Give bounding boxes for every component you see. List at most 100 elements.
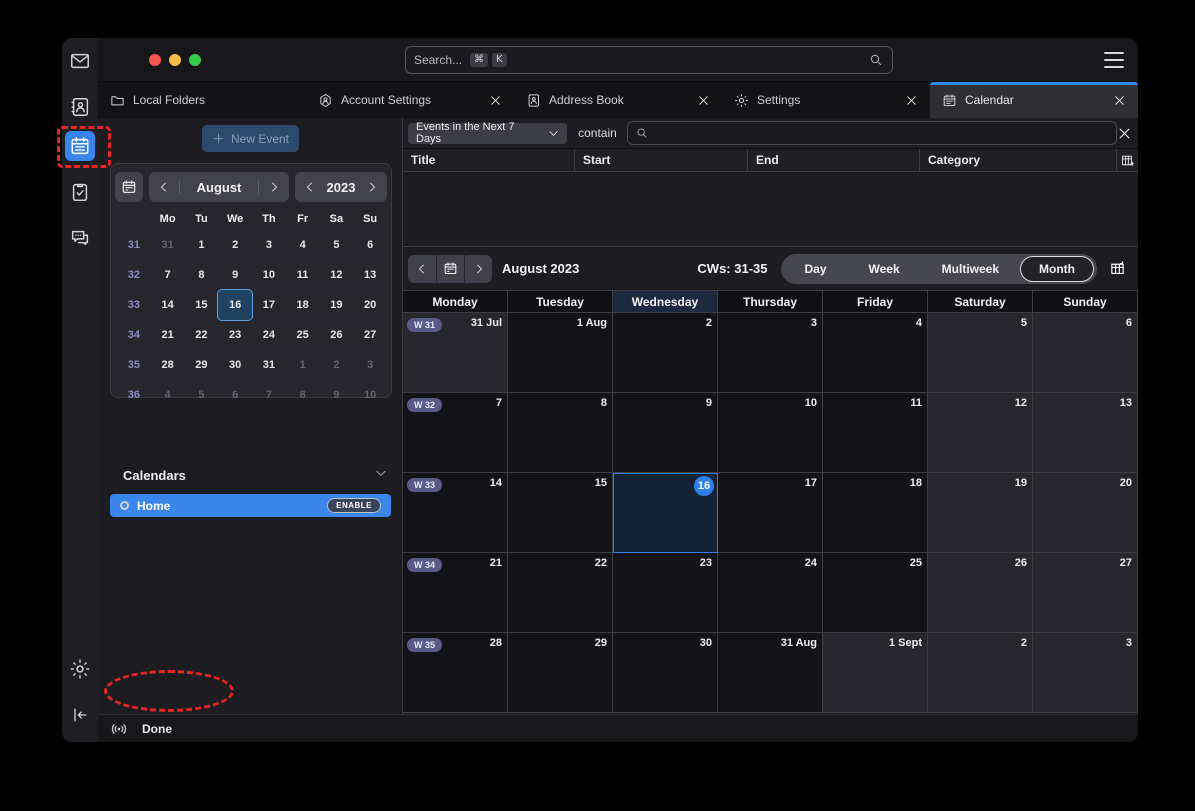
- mini-calendar-day[interactable]: 4: [151, 380, 185, 410]
- mini-calendar-day[interactable]: 19: [320, 290, 354, 320]
- mini-calendar-day[interactable]: 1: [286, 350, 320, 380]
- column-header-category[interactable]: Category: [920, 149, 1117, 171]
- zoom-window-button[interactable]: [189, 54, 201, 66]
- mini-calendar-day[interactable]: 27: [353, 320, 387, 350]
- month-cell[interactable]: 19: [928, 473, 1033, 553]
- new-event-button[interactable]: New Event: [202, 125, 299, 152]
- calendar-space-button[interactable]: [65, 131, 95, 161]
- rotate-view-button[interactable]: [1109, 260, 1126, 277]
- mini-calendar-day[interactable]: 7: [252, 380, 286, 410]
- close-tab-icon[interactable]: [697, 94, 710, 107]
- mini-calendar-day[interactable]: 21: [151, 320, 185, 350]
- month-cell[interactable]: W 3314: [403, 473, 508, 553]
- month-cell[interactable]: 10: [718, 393, 823, 473]
- mini-calendar-day[interactable]: 5: [320, 230, 354, 260]
- mini-calendar-day[interactable]: 16: [218, 290, 252, 320]
- month-cell[interactable]: 16: [613, 473, 718, 553]
- month-cell[interactable]: W 327: [403, 393, 508, 473]
- column-header-title[interactable]: Title: [403, 149, 575, 171]
- month-cell[interactable]: 20: [1033, 473, 1138, 553]
- month-cell[interactable]: 9: [613, 393, 718, 473]
- column-picker-button[interactable]: [1117, 149, 1138, 171]
- close-filter-icon[interactable]: [1117, 126, 1132, 141]
- mini-calendar-day[interactable]: 9: [320, 380, 354, 410]
- mini-calendar-day[interactable]: 10: [353, 380, 387, 410]
- month-cell[interactable]: 25: [823, 553, 928, 633]
- event-search-input[interactable]: [655, 126, 1109, 140]
- mini-calendar-day[interactable]: 11: [286, 260, 320, 290]
- month-cell[interactable]: 2: [613, 313, 718, 393]
- month-cell[interactable]: 23: [613, 553, 718, 633]
- collapse-sidebar-button[interactable]: [67, 702, 93, 728]
- minimize-window-button[interactable]: [169, 54, 181, 66]
- mini-calendar-day[interactable]: 20: [353, 290, 387, 320]
- mini-calendar-day[interactable]: 12: [320, 260, 354, 290]
- tab-address-book[interactable]: Address Book: [514, 82, 722, 118]
- next-month-button[interactable]: [259, 172, 289, 202]
- previous-period-button[interactable]: [408, 255, 436, 283]
- mini-calendar-day[interactable]: 29: [185, 350, 219, 380]
- view-week-button[interactable]: Week: [848, 262, 921, 276]
- month-cell[interactable]: 11: [823, 393, 928, 473]
- enable-badge[interactable]: ENABLE: [327, 498, 381, 513]
- mini-calendar-day[interactable]: 3: [353, 350, 387, 380]
- close-tab-icon[interactable]: [489, 94, 502, 107]
- month-cell[interactable]: 1 Sept: [823, 633, 928, 713]
- close-window-button[interactable]: [149, 54, 161, 66]
- month-cell[interactable]: W 3131 Jul: [403, 313, 508, 393]
- mini-calendar-day[interactable]: 2: [320, 350, 354, 380]
- mini-calendar-day[interactable]: 1: [185, 230, 219, 260]
- column-header-end[interactable]: End: [748, 149, 920, 171]
- mini-calendar-day[interactable]: 10: [252, 260, 286, 290]
- close-tab-icon[interactable]: [905, 94, 918, 107]
- app-menu-button[interactable]: [1104, 52, 1124, 68]
- view-day-button[interactable]: Day: [784, 262, 848, 276]
- mini-calendar-day[interactable]: 2: [218, 230, 252, 260]
- mini-calendar-day[interactable]: 26: [320, 320, 354, 350]
- close-tab-icon[interactable]: [1113, 94, 1126, 107]
- mini-calendar-day[interactable]: 8: [185, 260, 219, 290]
- month-cell[interactable]: W 3528: [403, 633, 508, 713]
- mini-calendar-day[interactable]: 31: [151, 230, 185, 260]
- mail-space-button[interactable]: [67, 48, 93, 74]
- global-search-input[interactable]: Search... ⌘ K: [405, 46, 893, 74]
- calendar-list-item-home[interactable]: Home ENABLE: [110, 494, 391, 517]
- mini-calendar-day[interactable]: 3: [252, 230, 286, 260]
- month-cell[interactable]: 26: [928, 553, 1033, 633]
- mini-calendar-day[interactable]: 6: [218, 380, 252, 410]
- mini-calendar-day[interactable]: 24: [252, 320, 286, 350]
- mini-calendar-day[interactable]: 28: [151, 350, 185, 380]
- mini-calendar-day[interactable]: 9: [218, 260, 252, 290]
- mini-calendar-day[interactable]: 6: [353, 230, 387, 260]
- next-year-button[interactable]: [357, 172, 387, 202]
- mini-calendar-day[interactable]: 5: [185, 380, 219, 410]
- tab-local-folders[interactable]: Local Folders: [98, 82, 306, 118]
- tab-account-settings[interactable]: Account Settings: [306, 82, 514, 118]
- mini-calendar-day[interactable]: 7: [151, 260, 185, 290]
- mini-calendar-day[interactable]: 17: [252, 290, 286, 320]
- month-cell[interactable]: W 3421: [403, 553, 508, 633]
- settings-space-button[interactable]: [67, 656, 93, 682]
- chevron-down-icon[interactable]: [374, 466, 388, 480]
- tasks-space-button[interactable]: [67, 179, 93, 205]
- month-cell[interactable]: 3: [718, 313, 823, 393]
- tab-calendar[interactable]: Calendar: [930, 82, 1138, 118]
- month-cell[interactable]: 30: [613, 633, 718, 713]
- chat-space-button[interactable]: [67, 225, 93, 251]
- event-filter-dropdown[interactable]: Events in the Next 7 Days: [408, 123, 567, 144]
- tab-settings[interactable]: Settings: [722, 82, 930, 118]
- month-cell[interactable]: 13: [1033, 393, 1138, 473]
- mini-calendar-day[interactable]: 15: [185, 290, 219, 320]
- mini-calendar-day[interactable]: 22: [185, 320, 219, 350]
- month-cell[interactable]: 17: [718, 473, 823, 553]
- mini-calendar-day[interactable]: 25: [286, 320, 320, 350]
- month-cell[interactable]: 2: [928, 633, 1033, 713]
- month-cell[interactable]: 1 Aug: [508, 313, 613, 393]
- address-book-space-button[interactable]: [67, 94, 93, 120]
- view-multiweek-button[interactable]: Multiweek: [921, 262, 1020, 276]
- month-cell[interactable]: 18: [823, 473, 928, 553]
- event-search-field[interactable]: [627, 121, 1117, 145]
- mini-calendar-day[interactable]: 30: [218, 350, 252, 380]
- mini-calendar-day[interactable]: 8: [286, 380, 320, 410]
- month-cell[interactable]: 27: [1033, 553, 1138, 633]
